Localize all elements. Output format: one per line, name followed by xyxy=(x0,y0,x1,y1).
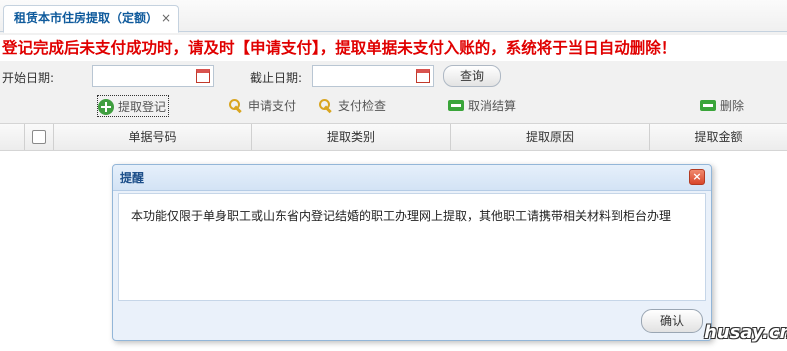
dialog-body: 本功能仅限于单身职工或山东省内登记结婚的职工办理网上提取，其他职工请携带相关材料… xyxy=(118,193,706,301)
apply-payment-label: 申请支付 xyxy=(248,99,297,113)
warning-banner: 登记完成后未支付成功时，请及时【申请支付】，提取单据未支付入账的，系统将于当日自… xyxy=(0,35,787,61)
key-icon xyxy=(318,98,334,114)
dialog-title-bar[interactable]: 提醒 × xyxy=(113,165,711,191)
payment-check-label: 支付检查 xyxy=(338,99,387,113)
cancel-settlement-button[interactable]: 取消结算 xyxy=(448,95,516,117)
calendar-icon[interactable] xyxy=(196,69,210,83)
column-header-reason[interactable]: 提取原因 xyxy=(450,124,649,150)
apply-payment-button[interactable]: 申请支付 xyxy=(228,95,296,117)
end-date-input[interactable] xyxy=(312,65,434,87)
close-icon[interactable]: × xyxy=(689,169,705,185)
delete-button[interactable]: 删除 xyxy=(700,95,744,117)
start-date-label: 开始日期: xyxy=(2,71,55,85)
reminder-dialog: 提醒 × 本功能仅限于单身职工或山东省内登记结婚的职工办理网上提取，其他职工请携… xyxy=(112,164,712,341)
register-button[interactable]: 提取登记 xyxy=(97,95,170,117)
toolbar: 提取登记 申请支付 支付检查 取消结算 删除 xyxy=(0,92,787,120)
dialog-message: 本功能仅限于单身职工或山东省内登记结婚的职工办理网上提取，其他职工请携带相关材料… xyxy=(131,209,672,223)
register-label: 提取登记 xyxy=(118,100,167,114)
tab-close-icon[interactable]: × xyxy=(161,6,171,30)
confirm-button[interactable]: 确认 xyxy=(641,309,703,333)
search-row: 开始日期: 截止日期: 查询 xyxy=(0,62,787,90)
column-header-category[interactable]: 提取类别 xyxy=(251,124,450,150)
key-icon xyxy=(228,98,244,114)
watermark: husay.cn xyxy=(704,322,787,343)
cancel-settlement-label: 取消结算 xyxy=(468,99,517,113)
delete-label: 删除 xyxy=(720,99,745,113)
select-all-cell xyxy=(24,124,53,150)
end-date-label: 截止日期: xyxy=(250,71,303,85)
column-header-doc-number[interactable]: 单据号码 xyxy=(53,124,251,150)
grid-header: 单据号码 提取类别 提取原因 提取金额 xyxy=(0,123,787,151)
tab-rent-withdrawal[interactable]: 租赁本市住房提取（定额） × xyxy=(3,5,179,33)
minus-icon xyxy=(700,100,716,111)
payment-check-button[interactable]: 支付检查 xyxy=(318,95,386,117)
select-all-checkbox[interactable] xyxy=(32,130,46,144)
calendar-icon[interactable] xyxy=(416,69,430,83)
tab-title: 租赁本市住房提取（定额） xyxy=(14,11,159,25)
tab-bar: 租赁本市住房提取（定额） × xyxy=(0,0,787,33)
add-icon xyxy=(98,99,114,115)
column-header-amount[interactable]: 提取金额 xyxy=(649,124,787,150)
query-button[interactable]: 查询 xyxy=(443,65,501,87)
minus-icon xyxy=(448,100,464,111)
dialog-title: 提醒 xyxy=(120,171,145,185)
start-date-input[interactable] xyxy=(92,65,214,87)
